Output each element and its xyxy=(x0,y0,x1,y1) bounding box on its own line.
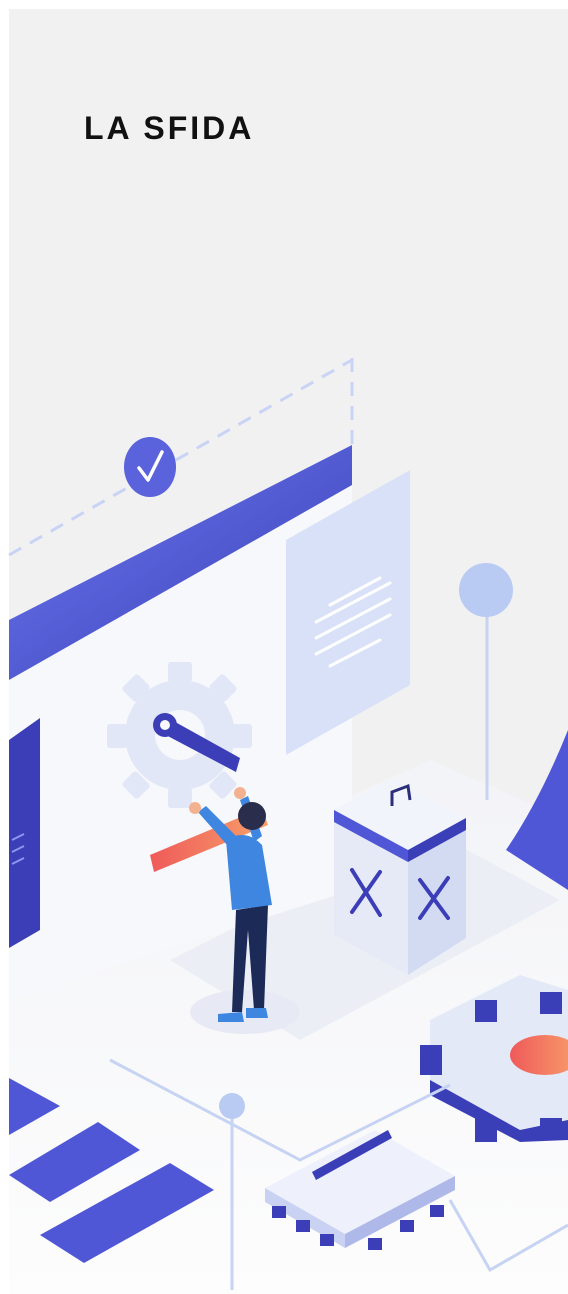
monitor-sidebar xyxy=(9,718,40,948)
page: LA SFIDA xyxy=(0,0,568,1294)
trash-bin-icon xyxy=(334,778,466,975)
checkmark-icon xyxy=(124,437,176,497)
isometric-illustration xyxy=(8,358,568,1294)
pin-marker xyxy=(459,563,513,800)
gear-wrench-icon xyxy=(107,662,252,808)
